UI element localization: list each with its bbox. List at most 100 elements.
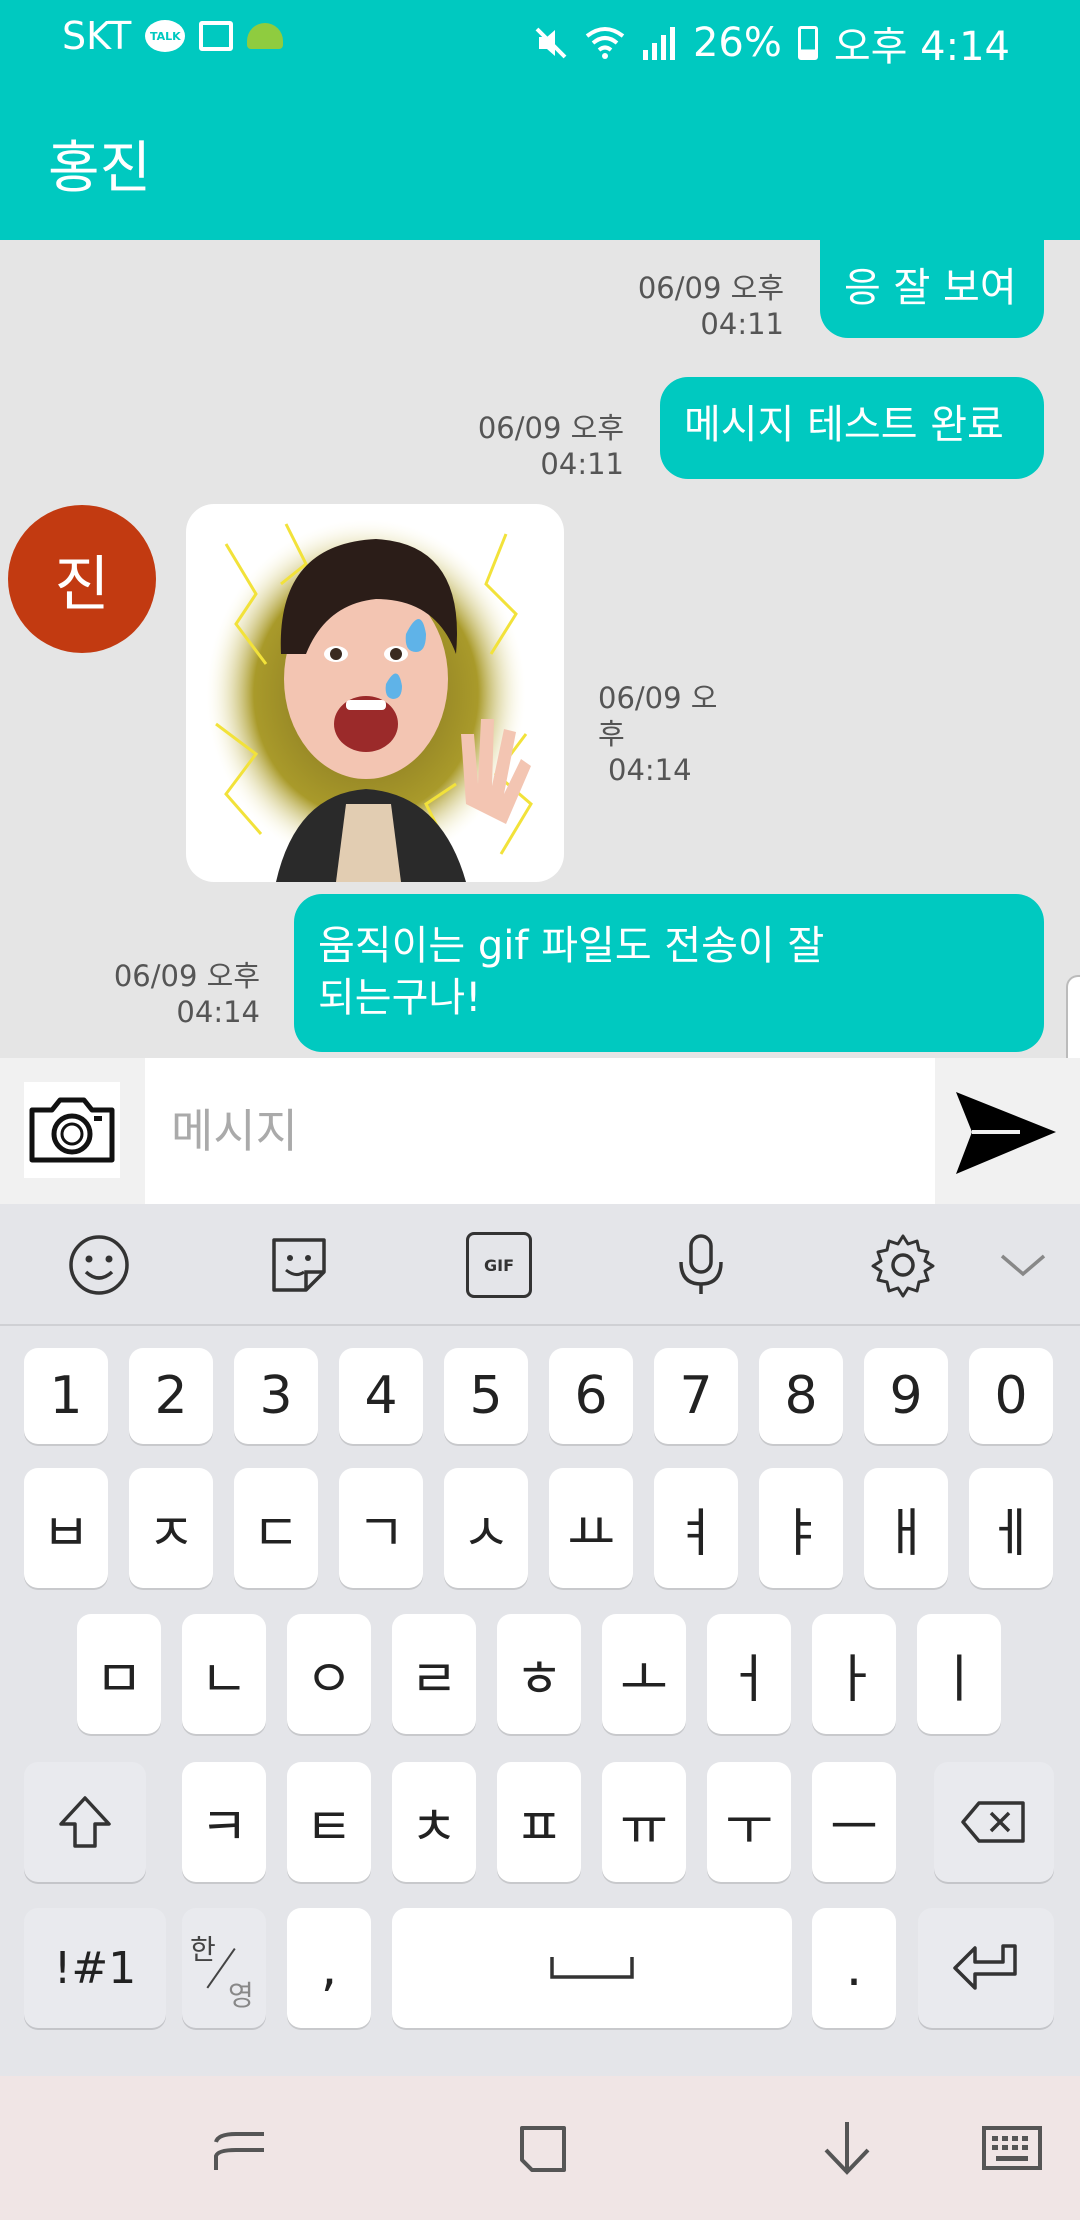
gif-icon[interactable]: GIF (466, 1232, 532, 1298)
hide-keyboard-icon[interactable] (812, 2114, 882, 2184)
message-bubble[interactable]: 메시지 테스트 완료 (660, 377, 1044, 479)
lang-english-label: 영 (228, 1979, 254, 2012)
key-u[interactable]: ㅜ (707, 1762, 791, 1882)
key-pieup[interactable]: ㅍ (497, 1762, 581, 1882)
comma-key[interactable]: , (287, 1908, 371, 2028)
sticker-image[interactable] (186, 504, 564, 882)
message-text: 응 잘 보여 (844, 265, 1017, 311)
language-key[interactable]: 한 영 (182, 1908, 266, 2028)
key-7[interactable]: 7 (654, 1348, 738, 1444)
shift-key[interactable] (24, 1762, 146, 1882)
microphone-icon[interactable] (668, 1232, 734, 1298)
keyboard-switch-icon[interactable] (978, 2114, 1048, 2184)
sticker-icon[interactable] (266, 1232, 332, 1298)
message-bubble[interactable]: 움직이는 gif 파일도 전송이 잘 되는구나! (294, 894, 1044, 1052)
lang-korean-label: 한 (190, 1933, 216, 1966)
key-ieung[interactable]: ㅇ (287, 1614, 371, 1734)
shift-icon (59, 1796, 111, 1848)
message-timestamp: 06/09 오후 04:14 (598, 680, 718, 788)
recents-icon[interactable] (206, 2114, 276, 2184)
status-right: 26% 오후 4:14 (533, 14, 1010, 72)
enter-key[interactable] (918, 1908, 1054, 2028)
message-text: 메시지 테스트 완료 (684, 402, 1004, 448)
key-0[interactable]: 0 (969, 1348, 1053, 1444)
key-eu[interactable]: ㅡ (812, 1762, 896, 1882)
message-field[interactable] (145, 1058, 935, 1204)
key-chieut[interactable]: ㅊ (392, 1762, 476, 1882)
keyboard: 1 2 3 4 5 6 7 8 9 0 ㅂ ㅈ ㄷ ㄱ ㅅ ㅛ ㅕ ㅑ ㅐ ㅔ … (0, 1326, 1080, 2076)
gif-label: GIF (483, 1255, 514, 1275)
send-icon (956, 1092, 1056, 1174)
key-ya[interactable]: ㅑ (759, 1468, 843, 1588)
key-digeut[interactable]: ㄷ (234, 1468, 318, 1588)
message-text-line: 움직이는 gif 파일도 전송이 잘 (318, 923, 825, 969)
battery-icon (797, 26, 818, 60)
timestamp-time: 04:11 (700, 307, 784, 341)
key-2[interactable]: 2 (129, 1348, 213, 1444)
avatar[interactable]: 진 (8, 505, 156, 653)
key-i[interactable]: ㅣ (917, 1614, 1001, 1734)
key-6[interactable]: 6 (549, 1348, 633, 1444)
home-icon[interactable] (508, 2114, 578, 2184)
language-key-content: 한 영 (182, 1908, 266, 2028)
message-bubble[interactable]: 응 잘 보여 (820, 238, 1044, 338)
kakaotalk-icon: TALK (145, 20, 186, 52)
carrier-label: SKT (62, 14, 132, 58)
status-left: SKT TALK (62, 14, 284, 58)
key-o[interactable]: ㅗ (602, 1614, 686, 1734)
message-input-bar (0, 1058, 1080, 1204)
key-yeo[interactable]: ㅕ (654, 1468, 738, 1588)
key-8[interactable]: 8 (759, 1348, 843, 1444)
key-tieut[interactable]: ㅌ (287, 1762, 371, 1882)
key-siot[interactable]: ㅅ (444, 1468, 528, 1588)
key-5[interactable]: 5 (444, 1348, 528, 1444)
backspace-icon (961, 1801, 1025, 1843)
keyboard-toolbar: GIF (0, 1204, 1080, 1326)
key-e[interactable]: ㅔ (969, 1468, 1053, 1588)
battery-percent: 26% (692, 20, 782, 66)
timestamp-time: 04:14 (608, 753, 692, 787)
emoji-icon[interactable] (66, 1232, 132, 1298)
key-3[interactable]: 3 (234, 1348, 318, 1444)
key-bieup[interactable]: ㅂ (24, 1468, 108, 1588)
message-timestamp: 06/09 오후 04:11 (600, 270, 784, 342)
key-nieun[interactable]: ㄴ (182, 1614, 266, 1734)
key-yo[interactable]: ㅛ (549, 1468, 633, 1588)
key-9[interactable]: 9 (864, 1348, 948, 1444)
image-icon (199, 21, 234, 51)
status-bar: SKT TALK 26% 오후 4:14 (0, 0, 1080, 75)
camera-button[interactable] (24, 1082, 120, 1178)
key-a[interactable]: ㅏ (812, 1614, 896, 1734)
android-icon (247, 23, 284, 49)
key-giyeok[interactable]: ㄱ (339, 1468, 423, 1588)
key-4[interactable]: 4 (339, 1348, 423, 1444)
key-eo[interactable]: ㅓ (707, 1614, 791, 1734)
send-button[interactable] (950, 1088, 1060, 1178)
backspace-key[interactable] (934, 1762, 1054, 1882)
key-ae[interactable]: ㅐ (864, 1468, 948, 1588)
key-mieum[interactable]: ㅁ (77, 1614, 161, 1734)
timestamp-date: 06/09 오후 (113, 959, 260, 993)
message-text-line: 되는구나! (318, 975, 482, 1021)
key-yu[interactable]: ㅠ (602, 1762, 686, 1882)
chevron-down-icon[interactable] (990, 1232, 1056, 1298)
message-input[interactable] (145, 1058, 935, 1204)
key-1[interactable]: 1 (24, 1348, 108, 1444)
navigation-bar (0, 2076, 1080, 2220)
message-timestamp: 06/09 오후 04:14 (80, 958, 260, 1030)
settings-icon[interactable] (870, 1232, 936, 1298)
space-key[interactable] (392, 1908, 792, 2028)
symbols-key[interactable]: !#1 (24, 1908, 166, 2028)
key-hieut[interactable]: ㅎ (497, 1614, 581, 1734)
wifi-icon (585, 27, 625, 59)
sticker-illustration (206, 519, 533, 882)
clock: 오후 4:14 (833, 24, 1010, 70)
key-kieuk[interactable]: ㅋ (182, 1762, 266, 1882)
key-rieul[interactable]: ㄹ (392, 1614, 476, 1734)
chat-area[interactable]: 응 잘 보여 06/09 오후 04:11 메시지 테스트 완료 06/09 오… (0, 238, 1080, 1415)
period-key[interactable]: . (812, 1908, 896, 2028)
key-jieut[interactable]: ㅈ (129, 1468, 213, 1588)
signal-icon (642, 27, 675, 60)
timestamp-date: 06/09 오후 (477, 411, 624, 445)
timestamp-time: 04:14 (176, 995, 260, 1029)
